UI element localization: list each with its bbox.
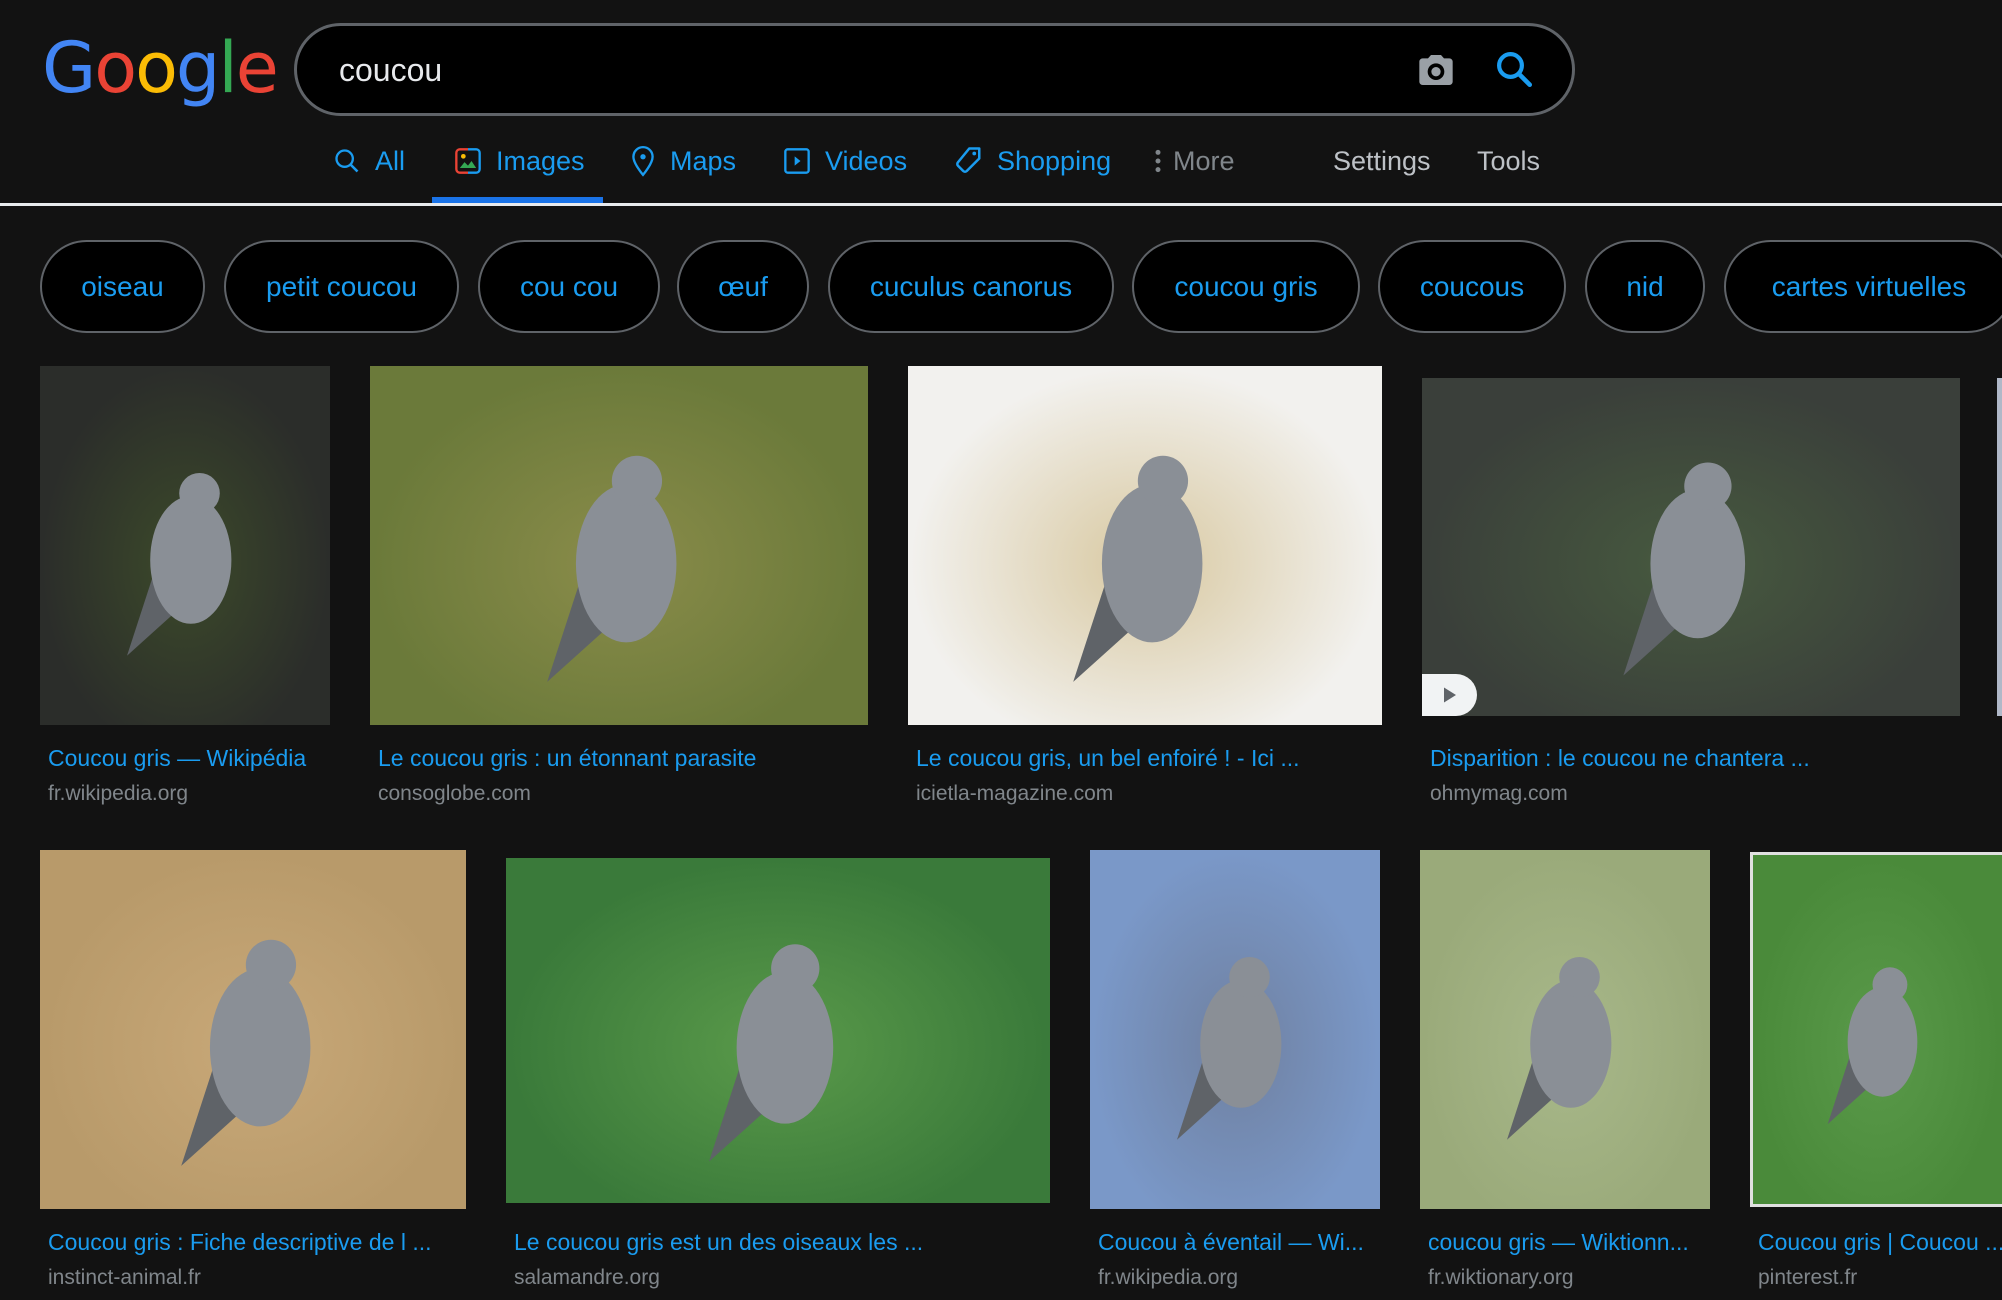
play-icon — [1443, 687, 1456, 703]
bird-photo — [547, 455, 677, 682]
bird-photo — [1073, 455, 1203, 682]
tab-label: Maps — [670, 145, 737, 176]
play-box-icon — [784, 148, 810, 174]
logo-letter: e — [235, 27, 279, 109]
tab-label: Videos — [825, 145, 908, 176]
logo-letter: g — [175, 27, 220, 109]
result-image[interactable] — [40, 366, 330, 725]
result-source: fr.wikipedia.org — [48, 782, 189, 805]
logo-letter: l — [218, 27, 238, 109]
bird-photo — [127, 473, 232, 656]
tab-label: Images — [496, 145, 585, 176]
search-box — [294, 23, 1575, 116]
result-source: pinterest.fr — [1758, 1266, 1858, 1289]
result-title[interactable]: Le coucou gris : un étonnant parasite — [378, 745, 878, 772]
video-badge — [1422, 674, 1477, 716]
result-image[interactable] — [506, 858, 1050, 1203]
tag-icon — [956, 147, 981, 173]
result-image[interactable] — [1422, 378, 1960, 716]
result-source: instinct-animal.fr — [48, 1266, 201, 1289]
result-source: consoglobe.com — [378, 782, 531, 805]
search-icon — [335, 149, 359, 173]
more-vert-icon — [1155, 149, 1161, 173]
tab-videos[interactable]: Videos — [783, 138, 907, 184]
logo-letter: o — [94, 27, 137, 109]
tab-label: Tools — [1477, 145, 1541, 176]
camera-icon[interactable] — [1415, 50, 1457, 90]
result-image[interactable] — [40, 850, 466, 1209]
result-title[interactable]: Coucou gris | Coucou ... — [1758, 1229, 2002, 1256]
settings-link[interactable]: Settings — [1333, 138, 1431, 184]
chip-petit-coucou[interactable]: petit coucou — [224, 240, 459, 333]
bird-photo — [1623, 462, 1746, 676]
result-title[interactable]: coucou gris — Wiktionn... — [1428, 1229, 1718, 1256]
chip-cuculus-canorus[interactable]: cuculus canorus — [828, 240, 1114, 333]
result-title[interactable]: Coucou à éventail — Wi... — [1098, 1229, 1388, 1256]
result-title[interactable]: Disparition : le coucou ne chantera ... — [1430, 745, 1970, 772]
tools-link[interactable]: Tools — [1477, 138, 1540, 184]
result-source: ohmymag.com — [1430, 782, 1568, 805]
result-title[interactable]: Le coucou gris, un bel enfoiré ! - Ici .… — [916, 745, 1396, 772]
result-image[interactable] — [1420, 850, 1710, 1209]
result-image[interactable] — [1750, 852, 2002, 1207]
search-icon[interactable] — [1493, 48, 1535, 90]
chip-oeuf[interactable]: œuf — [677, 240, 809, 333]
chip-cou-cou[interactable]: cou cou — [478, 240, 660, 333]
image-icon — [455, 148, 481, 174]
logo-letter: G — [42, 27, 96, 109]
google-logo[interactable]: Google — [42, 27, 279, 109]
bird-photo — [1507, 957, 1612, 1140]
result-source: fr.wikipedia.org — [1098, 1266, 1239, 1289]
result-title[interactable]: Le coucou gris est un des oiseaux les ..… — [514, 1229, 1054, 1256]
result-image[interactable] — [908, 366, 1382, 725]
logo-letter: o — [135, 27, 178, 109]
tab-label: Shopping — [997, 145, 1112, 176]
chip-oiseau[interactable]: oiseau — [40, 240, 205, 333]
result-image[interactable] — [370, 366, 868, 725]
bird-photo — [709, 944, 834, 1162]
tab-images[interactable]: Images — [454, 138, 585, 184]
result-title[interactable]: Coucou gris — Wikipédia — [48, 745, 348, 772]
chip-coucous[interactable]: coucous — [1378, 240, 1566, 333]
result-image[interactable] — [1090, 850, 1380, 1209]
header-divider — [0, 203, 2002, 206]
tab-shopping[interactable]: Shopping — [953, 138, 1111, 184]
tab-label: Settings — [1333, 145, 1431, 176]
map-pin-icon — [632, 145, 654, 177]
result-title[interactable]: Coucou gris : Fiche descriptive de l ... — [48, 1229, 468, 1256]
chip-nid[interactable]: nid — [1585, 240, 1705, 333]
tab-more[interactable]: More — [1153, 138, 1235, 184]
tab-label: More — [1173, 145, 1235, 176]
result-source: fr.wiktionary.org — [1428, 1266, 1574, 1289]
result-source: salamandre.org — [514, 1266, 660, 1289]
chip-coucou-gris[interactable]: coucou gris — [1132, 240, 1360, 333]
tab-all[interactable]: All — [333, 138, 405, 184]
tab-maps[interactable]: Maps — [630, 138, 736, 184]
bird-photo — [1177, 957, 1282, 1140]
bird-photo — [181, 939, 311, 1166]
result-source: icietla-magazine.com — [916, 782, 1114, 805]
bird-photo — [1827, 967, 1918, 1125]
tab-label: All — [375, 145, 406, 176]
search-input[interactable] — [337, 26, 1341, 115]
chip-cartes-virtuelles[interactable]: cartes virtuelles — [1724, 240, 2002, 333]
result-image-partial[interactable] — [1997, 378, 2002, 716]
